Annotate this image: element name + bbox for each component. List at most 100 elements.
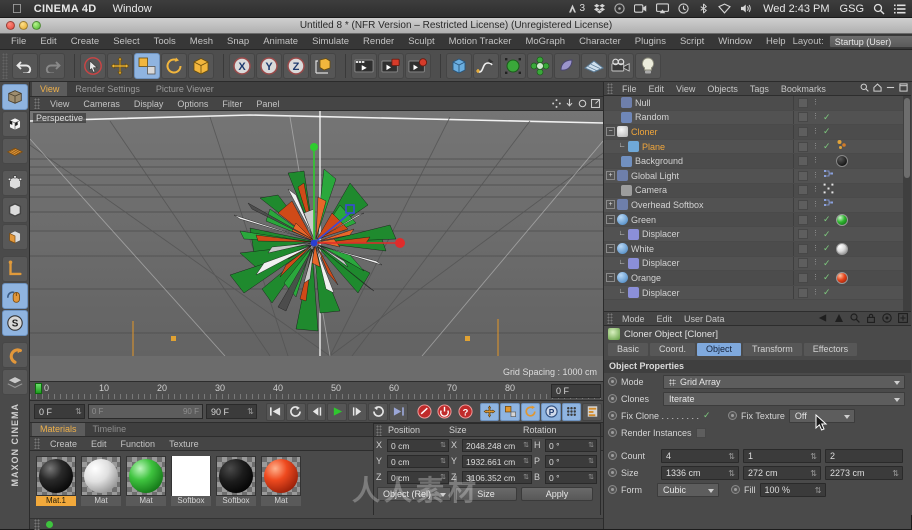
- menu-mograph[interactable]: MoGraph: [518, 34, 572, 50]
- visibility-editor-toggle[interactable]: [798, 214, 808, 225]
- visibility-dots-icon[interactable]: ⋮: [812, 157, 819, 165]
- tab-render-settings[interactable]: Render Settings: [67, 82, 148, 96]
- tab-coord[interactable]: Coord.: [650, 343, 696, 356]
- toolbar-grip[interactable]: [2, 52, 8, 79]
- os-menu-window[interactable]: Window: [113, 3, 152, 15]
- object-menu-tags[interactable]: Tags: [744, 84, 775, 94]
- light-button[interactable]: [635, 52, 661, 79]
- clones-radio-icon[interactable]: [608, 394, 617, 403]
- step-back-button[interactable]: [306, 402, 327, 421]
- size-radio-icon[interactable]: [608, 468, 617, 477]
- material-item[interactable]: Softbox: [216, 456, 256, 506]
- table-row[interactable]: − White ⋮ ✓: [604, 241, 911, 257]
- visibility-dots-icon[interactable]: ⋮: [812, 289, 819, 297]
- shield-icon[interactable]: [718, 3, 731, 14]
- expander-icon[interactable]: +: [606, 200, 615, 210]
- size-x-spinner[interactable]: ⇅: [728, 467, 735, 480]
- redo-button[interactable]: [39, 52, 65, 79]
- menu-script[interactable]: Script: [673, 34, 711, 50]
- enabled-check-icon[interactable]: ✓: [823, 287, 832, 298]
- position-y-spinner[interactable]: ⇅: [440, 456, 446, 468]
- go-to-start-button[interactable]: [265, 402, 286, 421]
- menu-edit[interactable]: Edit: [33, 34, 63, 50]
- material-item[interactable]: Mat: [81, 456, 121, 506]
- bluetooth-icon[interactable]: [698, 3, 709, 14]
- object-name[interactable]: Overhead Softbox: [631, 200, 704, 210]
- position-x-field[interactable]: 0 cm ⇅: [387, 438, 449, 452]
- up-arrow-icon[interactable]: [834, 313, 844, 325]
- object-menu-bookmarks[interactable]: Bookmarks: [775, 84, 832, 94]
- count-y-spinner[interactable]: ⇅: [810, 450, 817, 463]
- render-instances-radio-icon[interactable]: [608, 428, 617, 437]
- deformer-button[interactable]: [554, 52, 580, 79]
- table-row[interactable]: ∟ Displacer ⋮ ✓: [604, 285, 911, 301]
- play-button[interactable]: [327, 402, 347, 421]
- expander-icon[interactable]: [610, 186, 619, 195]
- points-mode-button[interactable]: [1, 170, 28, 196]
- mograph-tag-icon[interactable]: [836, 139, 848, 154]
- table-row[interactable]: + Global Light ⋮: [604, 168, 911, 184]
- menu-motion-tracker[interactable]: Motion Tracker: [442, 34, 519, 50]
- material-name[interactable]: Mat: [261, 496, 301, 506]
- zoom-view-icon[interactable]: [565, 99, 574, 110]
- visibility-editor-toggle[interactable]: [798, 170, 808, 181]
- material-swatch[interactable]: [81, 456, 121, 496]
- table-row[interactable]: ∟ Displacer ⋮ ✓: [604, 227, 911, 242]
- rotation-h-spinner[interactable]: ⇅: [588, 440, 594, 452]
- table-row[interactable]: Camera ⋮: [604, 183, 911, 199]
- timeline-ruler[interactable]: 0 10 20 30 40 50 60 70 80 90 0 F: [30, 381, 603, 401]
- attribute-menu-user-data[interactable]: User Data: [678, 314, 731, 324]
- enabled-check-icon[interactable]: ✓: [823, 229, 832, 240]
- disc-icon[interactable]: [614, 3, 625, 14]
- menu-help[interactable]: Help: [759, 34, 793, 50]
- material-name[interactable]: Softbox: [216, 496, 256, 506]
- coordinate-size-button[interactable]: Size: [455, 486, 517, 501]
- position-x-spinner[interactable]: ⇅: [440, 440, 446, 452]
- table-row[interactable]: ∟ Plane ⋮ ✓: [604, 139, 911, 155]
- expander-icon[interactable]: −: [606, 215, 615, 225]
- object-name[interactable]: Green: [631, 215, 656, 225]
- menu-animate[interactable]: Animate: [256, 34, 305, 50]
- axis-mode-button[interactable]: [1, 256, 28, 282]
- perspective-viewport[interactable]: Perspective Grid Spacing: 1000 cm: [30, 111, 603, 381]
- record-active-objects-button[interactable]: [414, 403, 434, 421]
- visibility-dots-icon[interactable]: ⋮: [812, 245, 819, 253]
- object-name[interactable]: Random: [635, 112, 669, 122]
- visibility-editor-toggle[interactable]: [798, 199, 808, 210]
- layout-dropdown[interactable]: Startup (User): [828, 35, 912, 48]
- table-row[interactable]: − Orange ⋮ ✓: [604, 271, 911, 286]
- count-x-field[interactable]: 4 ⇅: [661, 448, 739, 463]
- object-menu-file[interactable]: File: [616, 84, 643, 94]
- menu-mesh[interactable]: Mesh: [183, 34, 220, 50]
- magnet-tool-button[interactable]: [1, 342, 28, 368]
- size-x-coord-field[interactable]: 2048.248 cm ⇅: [462, 438, 532, 452]
- menu-simulate[interactable]: Simulate: [305, 34, 356, 50]
- material-item[interactable]: Mat: [261, 456, 301, 506]
- rotate-view-icon[interactable]: [578, 99, 587, 110]
- table-row[interactable]: Random ⋮ ✓: [604, 110, 911, 126]
- play-backwards-button[interactable]: [286, 402, 306, 421]
- keyframe-selection-button[interactable]: ?: [455, 403, 475, 421]
- os-clock[interactable]: Wed 2:43 PM: [763, 3, 829, 15]
- menu-select[interactable]: Select: [106, 34, 146, 50]
- material-tag-icon[interactable]: [836, 242, 848, 255]
- target-icon[interactable]: [882, 313, 892, 325]
- visibility-dots-icon[interactable]: ⋮: [812, 143, 819, 151]
- enabled-check-icon[interactable]: ✓: [823, 141, 832, 152]
- viewport-menu-display[interactable]: Display: [127, 97, 171, 111]
- material-menu-create[interactable]: Create: [43, 439, 84, 449]
- table-row[interactable]: − Green ⋮ ✓: [604, 212, 911, 228]
- render-region-button[interactable]: [378, 52, 404, 79]
- visibility-editor-toggle[interactable]: [798, 229, 808, 240]
- coordinate-mode-dropdown[interactable]: Object (Rel): [377, 486, 451, 501]
- pan-view-icon[interactable]: [552, 99, 561, 110]
- object-name[interactable]: Displacer: [642, 258, 680, 268]
- world-object-coordinate-button[interactable]: [310, 52, 336, 79]
- autokeying-button[interactable]: [435, 403, 455, 421]
- menu-file[interactable]: File: [4, 34, 33, 50]
- current-frame-field[interactable]: 0 F: [551, 384, 601, 398]
- visibility-editor-toggle[interactable]: [798, 112, 808, 123]
- attribute-menu-edit[interactable]: Edit: [651, 314, 679, 324]
- list-icon[interactable]: [894, 3, 906, 15]
- add-icon[interactable]: [898, 313, 908, 325]
